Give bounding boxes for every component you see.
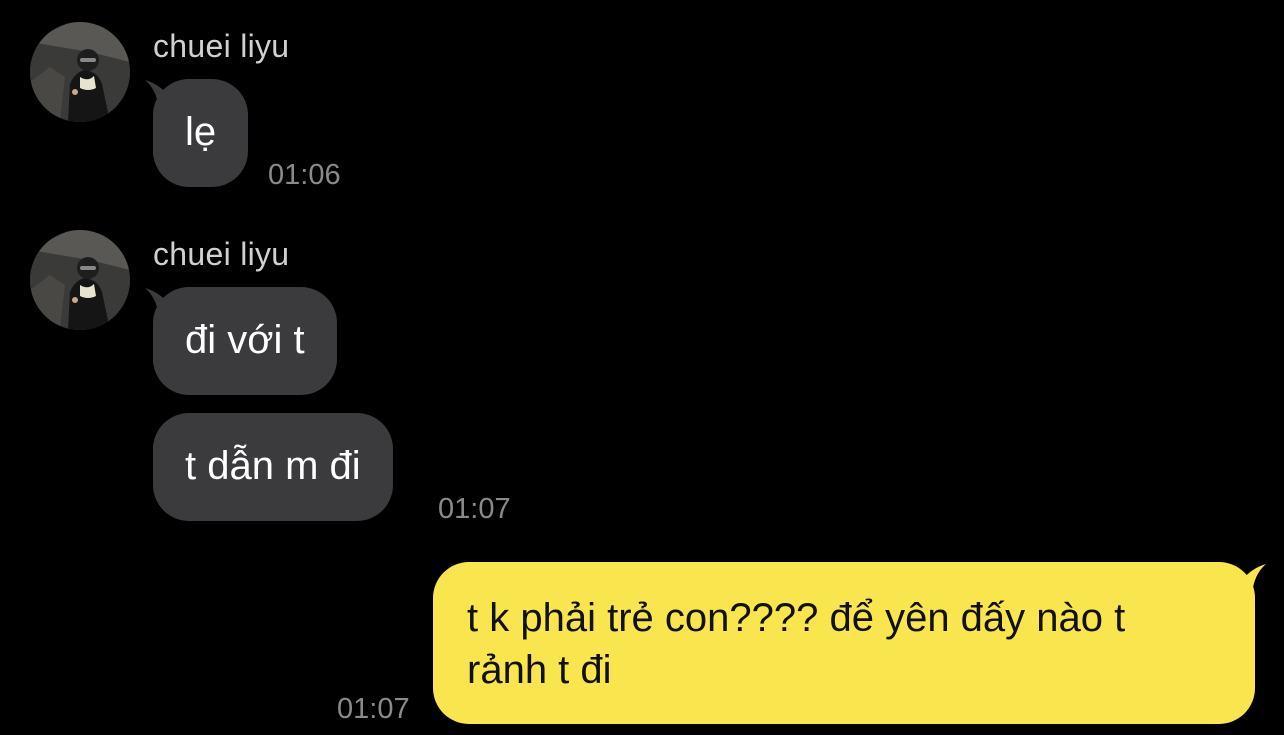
chat-screen: { "colors": { "background": "#000000", "… <box>0 0 1284 735</box>
message-text-line: rảnh t đi <box>467 648 612 692</box>
sender-name: chuei liyu <box>153 28 290 64</box>
sender-avatar[interactable] <box>30 230 130 330</box>
message-text: lẹ <box>185 110 217 154</box>
message-bubble-incoming[interactable]: t dẫn m đi <box>153 413 393 521</box>
message-timestamp: 01:06 <box>268 159 341 191</box>
profile-photo-icon <box>30 230 130 330</box>
sender-name: chuei liyu <box>153 236 290 272</box>
sender-avatar[interactable] <box>30 22 130 122</box>
message-text: t dẫn m đi <box>185 444 361 488</box>
message-bubble-outgoing[interactable]: t k phải trẻ con???? để yên đấy nào t rả… <box>433 562 1255 724</box>
message-bubble-incoming[interactable]: lẹ <box>153 79 249 187</box>
profile-photo-icon <box>30 22 130 122</box>
message-text: đi với t <box>185 318 305 362</box>
message-timestamp: 01:07 <box>337 693 410 725</box>
message-timestamp: 01:07 <box>438 493 511 525</box>
message-text-line: t k phải trẻ con???? để yên đấy nào t <box>467 596 1126 640</box>
message-bubble-incoming[interactable]: đi với t <box>153 287 337 395</box>
